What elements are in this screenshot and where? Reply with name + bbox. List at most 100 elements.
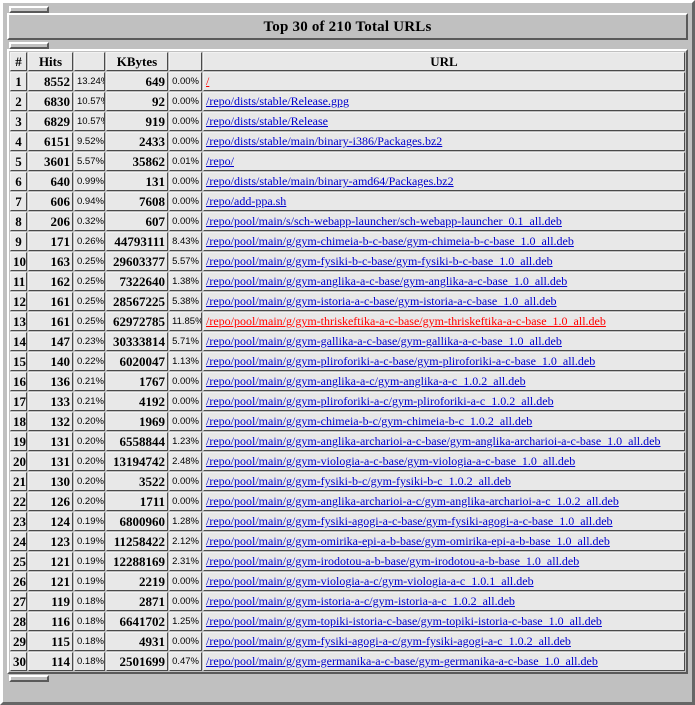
row-hits-pct: 0.18% — [74, 612, 105, 631]
column-header-hits[interactable]: Hits — [28, 52, 73, 71]
row-url-cell: /repo/pool/main/g/gym-chimeia-b-c/gym-ch… — [203, 412, 685, 431]
table-row: 17 133 0.21% 4192 0.00% /repo/pool/main/g/gym… — [10, 392, 685, 411]
row-kbytes-pct: 0.01% — [169, 152, 202, 171]
row-kbytes: 2219 — [106, 572, 168, 591]
url-link[interactable]: / — [206, 74, 209, 88]
url-link[interactable]: /repo/pool/main/g/gym-anglika-archarioi-… — [206, 494, 619, 508]
url-link[interactable]: /repo/pool/main/g/gym-istoria-a-c-base/g… — [206, 294, 557, 308]
table-body: 1855213.24%6490.00%/2683010.57%920.00%/r… — [10, 72, 685, 671]
url-link[interactable]: /repo/pool/main/g/gym-gallika-a-c-base/g… — [206, 334, 562, 348]
url-link[interactable]: /repo/pool/main/g/gym-thriskeftika-a-c-b… — [206, 314, 606, 328]
row-hits: 6830 — [28, 92, 73, 111]
column-header-kbytes[interactable]: KBytes — [106, 52, 168, 71]
row-rank: 25 — [10, 552, 27, 571]
url-link[interactable]: /repo/pool/main/g/gym-fysiki-b-c-base/gy… — [206, 254, 553, 268]
table-row: 19 131 0.20% 6558844 1.23% /repo/pool/main/g/… — [10, 432, 685, 451]
row-url-cell: /repo/pool/main/g/gym-topiki-istoria-c-b… — [203, 612, 685, 631]
row-url-cell: /repo/dists/stable/main/binary-amd64/Pac… — [203, 172, 685, 191]
row-rank: 6 — [10, 172, 27, 191]
row-rank: 5 — [10, 152, 27, 171]
row-hits: 121 — [28, 572, 73, 591]
url-link[interactable]: /repo/pool/main/g/gym-germanika-a-c-base… — [206, 654, 598, 668]
row-hits: 8552 — [28, 72, 73, 91]
url-link[interactable]: /repo/pool/main/g/gym-chimeia-b-c-base/g… — [206, 234, 574, 248]
row-hits: 115 — [28, 632, 73, 651]
row-kbytes-pct: 0.00% — [169, 412, 202, 431]
row-url-cell: /repo/pool/main/g/gym-fysiki-agogi-a-c-b… — [203, 512, 685, 531]
row-rank: 17 — [10, 392, 27, 411]
row-kbytes: 13194742 — [106, 452, 168, 471]
url-link[interactable]: /repo/pool/main/g/gym-pliroforiki-a-c-ba… — [206, 354, 595, 368]
url-link[interactable]: /repo/ — [206, 154, 234, 168]
urls-table-wrap: # Hits KBytes URL 1855213.24%6490.00%/26… — [7, 49, 688, 674]
url-link[interactable]: /repo/pool/main/g/gym-anglika-a-c-base/g… — [206, 274, 567, 288]
url-link[interactable]: /repo/pool/main/g/gym-irodotou-a-b-base/… — [206, 554, 579, 568]
url-link[interactable]: /repo/dists/stable/Release — [206, 114, 328, 128]
row-hits: 6151 — [28, 132, 73, 151]
table-row: 12 161 0.25% 28567225 5.38% /repo/pool/main/g… — [10, 292, 685, 311]
row-url-cell: /repo/pool/main/g/gym-germanika-a-c-base… — [203, 652, 685, 671]
row-url-cell: /repo/pool/main/g/gym-gallika-a-c-base/g… — [203, 332, 685, 351]
row-hits: 147 — [28, 332, 73, 351]
row-hits: 124 — [28, 512, 73, 531]
url-link[interactable]: /repo/pool/main/g/gym-fysiki-agogi-a-c-b… — [206, 514, 613, 528]
url-link[interactable]: /repo/dists/stable/main/binary-amd64/Pac… — [206, 174, 454, 188]
row-hits: 126 — [28, 492, 73, 511]
row-kbytes: 92 — [106, 92, 168, 111]
row-kbytes-pct: 2.48% — [169, 452, 202, 471]
column-header-kbytes-pct[interactable] — [169, 52, 202, 71]
row-hits-pct: 0.99% — [74, 172, 105, 191]
row-url-cell: /repo/pool/main/g/gym-anglika-archarioi-… — [203, 432, 685, 451]
url-link[interactable]: /repo/pool/main/g/gym-topiki-istoria-c-b… — [206, 614, 602, 628]
table-row: 26 121 0.19% 2219 0.00% /repo/pool/main/g/gym… — [10, 572, 685, 591]
row-url-cell: /repo/pool/main/g/gym-viologia-a-c-base/… — [203, 452, 685, 471]
column-header-rank[interactable]: # — [10, 52, 27, 71]
url-link[interactable]: /repo/pool/main/g/gym-fysiki-agogi-a-c/g… — [206, 634, 571, 648]
url-link[interactable]: /repo/pool/main/g/gym-anglika-a-c/gym-an… — [206, 374, 526, 388]
row-kbytes: 2433 — [106, 132, 168, 151]
table-row: 21 130 0.20% 3522 0.00% /repo/pool/main/g/gym… — [10, 472, 685, 491]
row-kbytes: 28567225 — [106, 292, 168, 311]
url-link[interactable]: /repo/add-ppa.sh — [206, 194, 286, 208]
row-kbytes-pct: 0.00% — [169, 92, 202, 111]
url-link[interactable]: /repo/pool/main/g/gym-chimeia-b-c/gym-ch… — [206, 414, 532, 428]
row-kbytes-pct: 5.38% — [169, 292, 202, 311]
row-kbytes: 1969 — [106, 412, 168, 431]
row-kbytes-pct: 0.00% — [169, 72, 202, 91]
table-row: 10 163 0.25% 29603377 5.57% /repo/pool/main/g… — [10, 252, 685, 271]
url-link[interactable]: /repo/pool/main/g/gym-anglika-archarioi-… — [206, 434, 660, 448]
column-header-url[interactable]: URL — [203, 52, 685, 71]
url-link[interactable]: /repo/dists/stable/Release.gpg — [206, 94, 349, 108]
url-link[interactable]: /repo/dists/stable/main/binary-i386/Pack… — [206, 134, 442, 148]
url-link[interactable]: /repo/pool/main/g/gym-omirika-epi-a-b-ba… — [206, 534, 610, 548]
row-url-cell: /repo/pool/main/g/gym-thriskeftika-a-c-b… — [203, 312, 685, 331]
row-rank: 26 — [10, 572, 27, 591]
row-hits: 121 — [28, 552, 73, 571]
row-kbytes: 62972785 — [106, 312, 168, 331]
row-rank: 30 — [10, 652, 27, 671]
row-url-cell: /repo/pool/main/g/gym-pliroforiki-a-c-ba… — [203, 352, 685, 371]
url-link[interactable]: /repo/pool/main/s/sch-webapp-launcher/sc… — [206, 214, 562, 228]
row-url-cell: /repo/add-ppa.sh — [203, 192, 685, 211]
row-hits: 206 — [28, 212, 73, 231]
table-row: 9 171 0.26% 44793111 8.43% /repo/pool/main/g/… — [10, 232, 685, 251]
row-rank: 24 — [10, 532, 27, 551]
row-hits-pct: 9.52% — [74, 132, 105, 151]
row-hits: 3601 — [28, 152, 73, 171]
row-kbytes-pct: 1.38% — [169, 272, 202, 291]
url-link[interactable]: /repo/pool/main/g/gym-istoria-a-c/gym-is… — [206, 594, 515, 608]
url-link[interactable]: /repo/pool/main/g/gym-viologia-a-c/gym-v… — [206, 574, 534, 588]
row-kbytes-pct: 0.00% — [169, 112, 202, 131]
row-hits: 161 — [28, 292, 73, 311]
url-link[interactable]: /repo/pool/main/g/gym-viologia-a-c-base/… — [206, 454, 575, 468]
row-url-cell: /repo/pool/main/g/gym-istoria-a-c-base/g… — [203, 292, 685, 311]
row-rank: 29 — [10, 632, 27, 651]
column-header-hits-pct[interactable] — [74, 52, 105, 71]
url-link[interactable]: /repo/pool/main/g/gym-fysiki-b-c/gym-fys… — [206, 474, 511, 488]
row-hits-pct: 0.22% — [74, 352, 105, 371]
row-hits-pct: 0.19% — [74, 532, 105, 551]
row-rank: 21 — [10, 472, 27, 491]
url-link[interactable]: /repo/pool/main/g/gym-pliroforiki-a-c/gy… — [206, 394, 554, 408]
window-frame: Top 30 of 210 Total URLs # Hits KBytes U… — [0, 0, 695, 705]
table-header: # Hits KBytes URL — [10, 52, 685, 71]
